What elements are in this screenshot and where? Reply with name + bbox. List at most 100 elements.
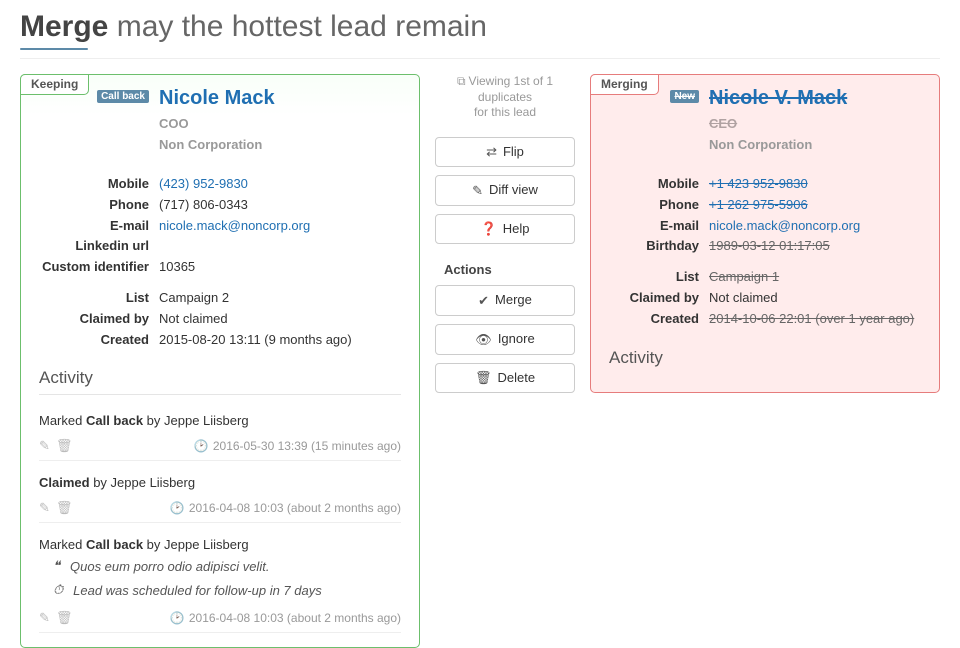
activity-text: Claimed by Jeppe Liisberg — [39, 475, 401, 490]
header-underline — [20, 48, 88, 50]
field-label: Mobile — [609, 174, 699, 195]
lead-name[interactable]: Nicole Mack — [159, 87, 275, 110]
clock-icon: ⏱ — [53, 582, 63, 598]
lead-company: Non Corporation — [709, 137, 847, 152]
viewing-note: ⧉Viewing 1st of 1 duplicates for this le… — [434, 74, 576, 121]
field-value: Not claimed — [159, 309, 401, 330]
field-label: Custom identifier — [39, 257, 149, 278]
activity-heading: Activity — [39, 368, 401, 395]
detail-row: Phone +1 262 975-5906 — [609, 195, 921, 216]
field-value: Not claimed — [709, 288, 921, 309]
detail-row: Mobile (423) 952-9830 — [39, 174, 401, 195]
eye-slash-icon: 👁 — [475, 332, 492, 348]
field-label: Claimed by — [39, 309, 149, 330]
panel-merging: Merging New Nicole V. Mack CEO Non Corpo… — [590, 74, 940, 393]
detail-row: Created 2015-08-20 13:11 (9 months ago) — [39, 330, 401, 351]
field-value: 2014-10-06 22:01 (over 1 year ago) — [709, 309, 921, 330]
detail-row: Phone (717) 806-0343 — [39, 195, 401, 216]
activity-text: Marked Call back by Jeppe Liisberg — [39, 537, 401, 552]
edit-icon[interactable]: ✎ — [39, 500, 50, 516]
detail-row: List Campaign 2 — [39, 288, 401, 309]
detail-row: Custom identifier 10365 — [39, 257, 401, 278]
detail-row: Birthday 1989-03-12 01:17:05 — [609, 236, 921, 257]
page-header: Merge may the hottest lead remain — [20, 0, 940, 59]
flip-icon: ⇄ — [486, 144, 497, 160]
activity-subline: ⏱Lead was scheduled for follow-up in 7 d… — [39, 576, 401, 600]
field-label: Mobile — [39, 174, 149, 195]
detail-row: Claimed by Not claimed — [609, 288, 921, 309]
activity-meta: ✎ 🗑 🕑2016-04-08 10:03 (about 2 months ago) — [39, 496, 401, 523]
lead-role: COO — [159, 116, 275, 131]
field-value — [159, 236, 401, 257]
copy-icon: ⧉ — [457, 74, 466, 88]
status-badge: Call back — [97, 90, 149, 103]
field-value: Campaign 2 — [159, 288, 401, 309]
edit-icon[interactable]: ✎ — [39, 438, 50, 454]
field-label: List — [39, 288, 149, 309]
field-value: 10365 — [159, 257, 401, 278]
activity-heading: Activity — [609, 348, 921, 374]
lead-name[interactable]: Nicole V. Mack — [709, 87, 847, 110]
activity-time: 🕑2016-04-08 10:03 (about 2 months ago) — [170, 501, 401, 515]
field-label: E-mail — [39, 216, 149, 237]
help-button[interactable]: ❓Help — [435, 214, 575, 245]
activity-meta: ✎ 🗑 🕑2016-05-30 13:39 (15 minutes ago) — [39, 434, 401, 461]
detail-row: E-mail nicole.mack@noncorp.org — [609, 216, 921, 237]
trash-icon: 🗑 — [475, 370, 492, 386]
field-label: Phone — [609, 195, 699, 216]
help-icon: ❓ — [481, 221, 497, 237]
status-badge: New — [670, 90, 699, 103]
activity-meta: ✎ 🗑 🕑2016-04-08 10:03 (about 2 months ago) — [39, 606, 401, 633]
field-value: (717) 806-0343 — [159, 195, 401, 216]
flip-button[interactable]: ⇄Flip — [435, 137, 575, 168]
activity-item: Claimed by Jeppe Liisberg ✎ 🗑 🕑2016-04-08 1… — [39, 467, 401, 529]
edit-icon[interactable]: ✎ — [39, 610, 50, 626]
trash-icon[interactable]: 🗑 — [56, 500, 73, 516]
clock-icon: 🕑 — [194, 439, 209, 453]
field-value[interactable]: +1 423 952-9830 — [709, 174, 921, 195]
field-label: E-mail — [609, 216, 699, 237]
lead-company: Non Corporation — [159, 137, 275, 152]
activity-item: Marked Call back by Jeppe Liisberg ✎ 🗑 🕑201… — [39, 405, 401, 467]
merging-tab-label: Merging — [590, 74, 659, 95]
field-label: Created — [39, 330, 149, 351]
lead-role: CEO — [709, 116, 847, 131]
field-label: Created — [609, 309, 699, 330]
activity-item: Marked Call back by Jeppe Liisberg❝Quos … — [39, 529, 401, 639]
detail-row: List Campaign 1 — [609, 267, 921, 288]
detail-row: Created 2014-10-06 22:01 (over 1 year ago… — [609, 309, 921, 330]
field-value[interactable]: nicole.mack@noncorp.org — [159, 216, 401, 237]
keeping-tab-label: Keeping — [20, 74, 89, 95]
activity-subline: ❝Quos eum porro odio adipisci velit. — [39, 552, 401, 576]
middle-column: ⧉Viewing 1st of 1 duplicates for this le… — [434, 74, 576, 401]
detail-row: E-mail nicole.mack@noncorp.org — [39, 216, 401, 237]
field-label: List — [609, 267, 699, 288]
field-value[interactable]: (423) 952-9830 — [159, 174, 401, 195]
diff-view-button[interactable]: ✎Diff view — [435, 175, 575, 206]
field-value: 1989-03-12 01:17:05 — [709, 236, 921, 257]
activity-time: 🕑2016-04-08 10:03 (about 2 months ago) — [170, 611, 401, 625]
ignore-button[interactable]: 👁Ignore — [435, 324, 575, 355]
quote-icon: ❝ — [53, 558, 60, 574]
trash-icon[interactable]: 🗑 — [56, 610, 73, 626]
field-value[interactable]: +1 262 975-5906 — [709, 195, 921, 216]
trash-icon[interactable]: 🗑 — [56, 438, 73, 454]
field-value: 2015-08-20 13:11 (9 months ago) — [159, 330, 401, 351]
detail-row: Claimed by Not claimed — [39, 309, 401, 330]
field-label: Phone — [39, 195, 149, 216]
actions-label: Actions — [444, 262, 576, 277]
panel-keeping: Keeping Call back Nicole Mack COO Non Co… — [20, 74, 420, 648]
clock-icon: 🕑 — [170, 501, 185, 515]
merge-button[interactable]: ✔Merge — [435, 285, 575, 316]
field-label: Claimed by — [609, 288, 699, 309]
page-title: Merge may the hottest lead remain — [20, 10, 940, 44]
delete-button[interactable]: 🗑Delete — [435, 363, 575, 394]
diff-icon: ✎ — [472, 183, 483, 199]
field-label: Linkedin url — [39, 236, 149, 257]
field-value: Campaign 1 — [709, 267, 921, 288]
activity-time: 🕑2016-05-30 13:39 (15 minutes ago) — [194, 439, 401, 453]
activity-text: Marked Call back by Jeppe Liisberg — [39, 413, 401, 428]
field-label: Birthday — [609, 236, 699, 257]
detail-row: Linkedin url — [39, 236, 401, 257]
field-value[interactable]: nicole.mack@noncorp.org — [709, 216, 921, 237]
